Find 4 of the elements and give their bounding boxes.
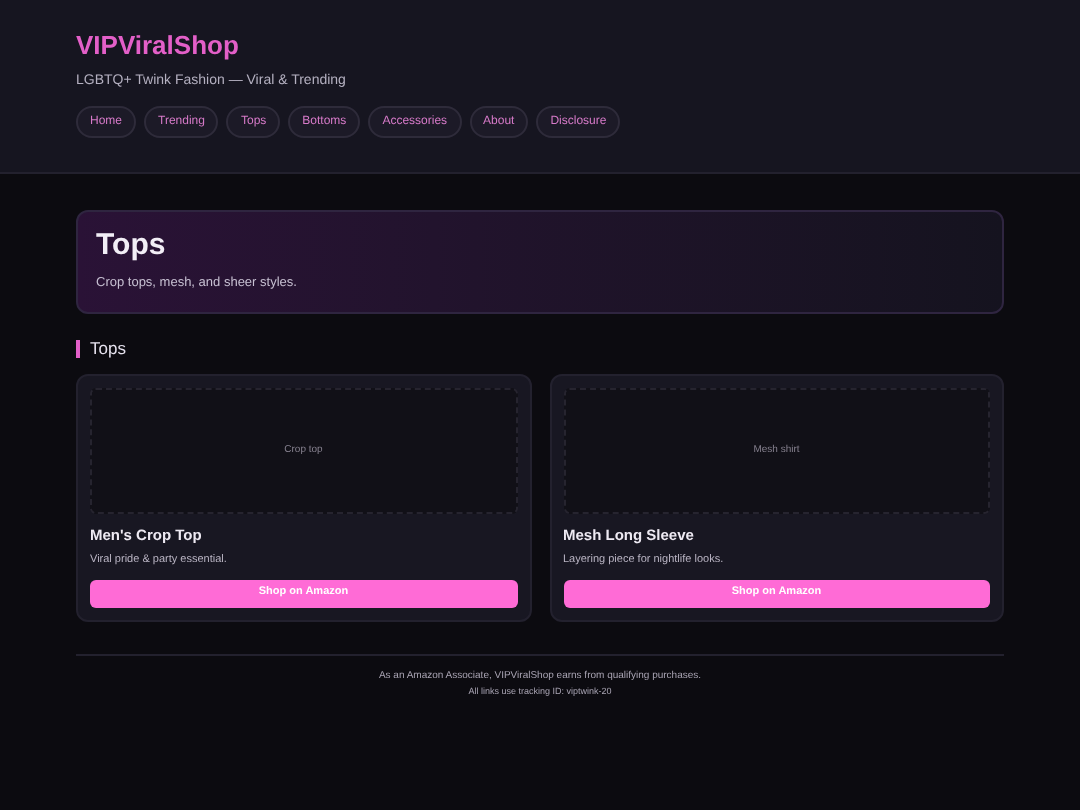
section-heading: Tops [90, 336, 126, 362]
hero-title: Tops [96, 225, 168, 265]
accent-bar [76, 340, 80, 359]
site-title: VIPViralShop [76, 30, 241, 62]
